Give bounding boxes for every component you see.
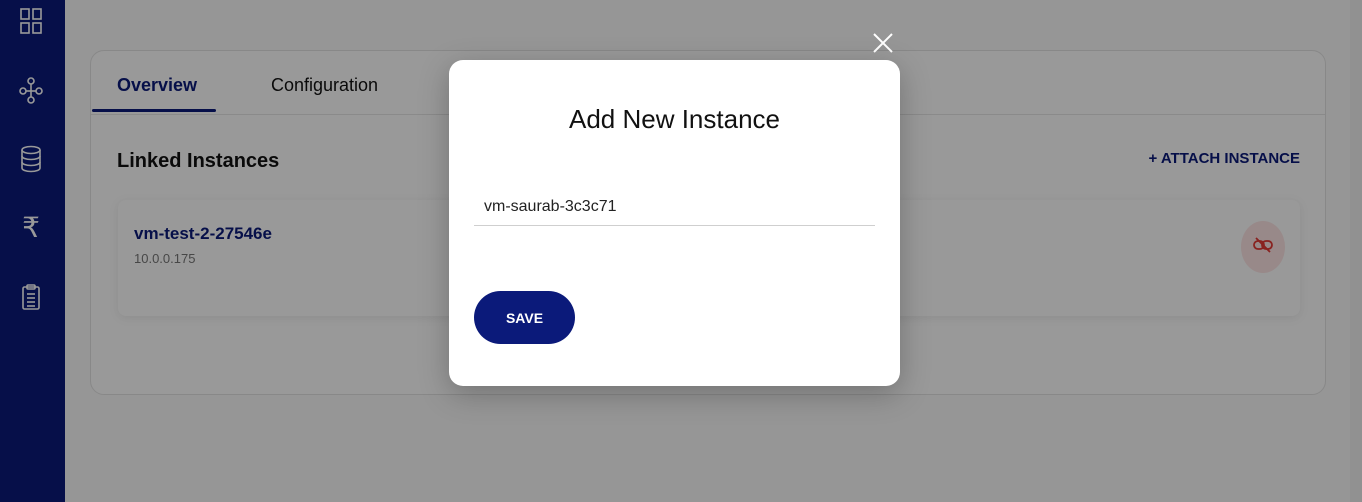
close-icon[interactable] (871, 31, 895, 55)
instance-name-input[interactable] (474, 188, 875, 226)
add-instance-modal: Add New Instance SAVE (449, 60, 900, 386)
modal-title: Add New Instance (568, 104, 780, 134)
save-button[interactable]: SAVE (474, 291, 575, 344)
